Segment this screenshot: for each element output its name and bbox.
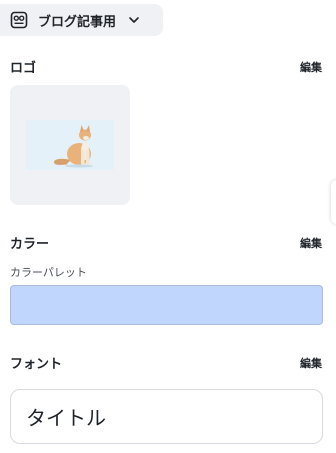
logo-section-title: ロゴ <box>10 61 37 76</box>
font-section-title: フォント <box>10 357 63 372</box>
color-edit-link[interactable]: 編集 <box>300 235 322 251</box>
panel-collapse-handle[interactable] <box>331 180 336 224</box>
color-section-title: カラー <box>10 237 50 252</box>
chevron-down-icon <box>128 14 140 26</box>
font-title-sample: タイトル <box>26 406 106 430</box>
brand-kit-icon <box>10 11 28 29</box>
cat-logo-image <box>26 120 114 170</box>
font-title-card[interactable]: タイトル <box>10 389 323 444</box>
color-palette-label: カラーパレット <box>10 266 87 279</box>
logo-edit-link[interactable]: 編集 <box>300 59 322 75</box>
logo-card[interactable] <box>10 85 130 205</box>
font-edit-link[interactable]: 編集 <box>300 355 322 371</box>
brand-kit-name: ブログ記事用 <box>38 14 117 30</box>
brand-kit-selector[interactable]: ブログ記事用 <box>0 4 163 36</box>
color-palette-swatch[interactable] <box>10 285 323 325</box>
